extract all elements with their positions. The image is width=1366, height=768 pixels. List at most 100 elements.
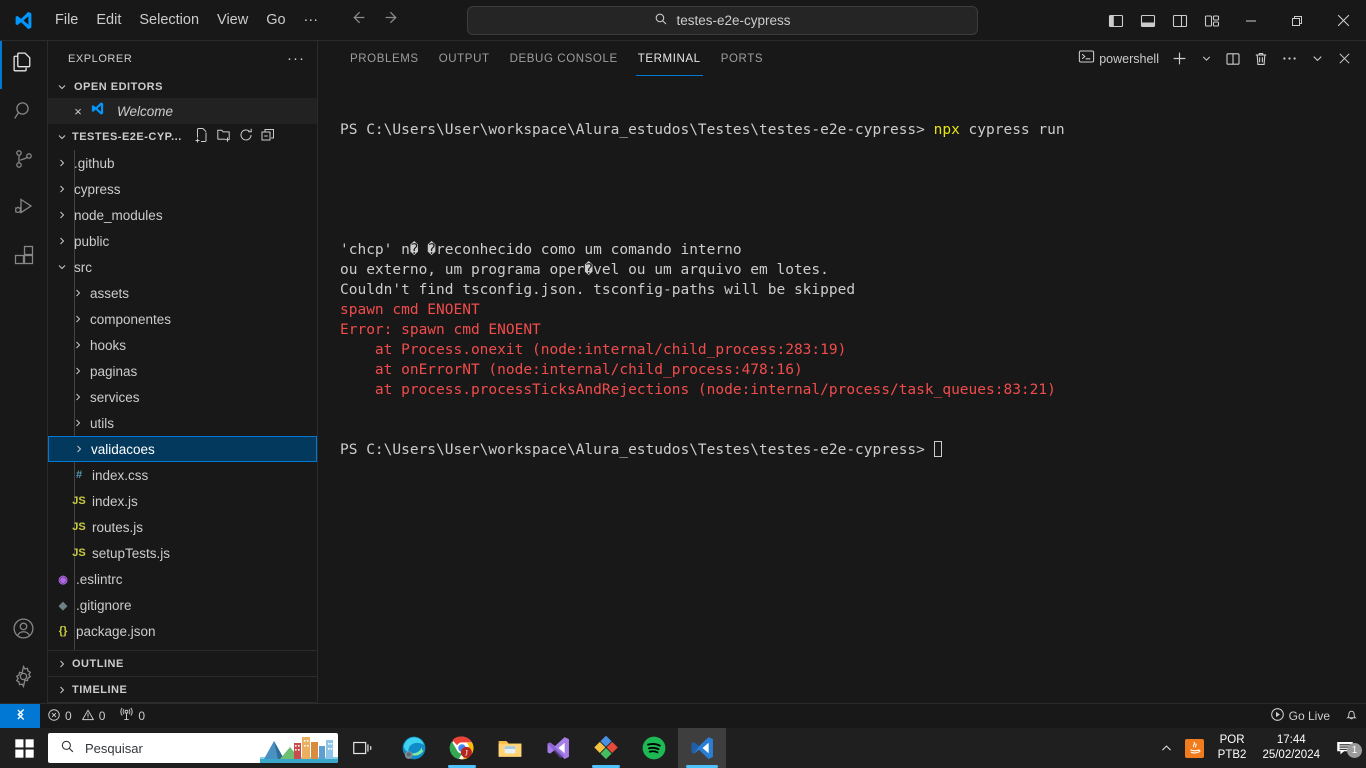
new-folder-icon[interactable] — [216, 127, 232, 148]
tab-ports[interactable]: PORTS — [711, 41, 773, 76]
section-outline[interactable]: OUTLINE — [48, 651, 317, 677]
java-icon[interactable] — [1180, 738, 1210, 758]
show-hidden-icons-icon[interactable] — [1154, 742, 1180, 755]
taskbar-app-google-chrome[interactable]: J — [438, 728, 486, 768]
status-remote-window[interactable] — [0, 703, 40, 729]
minimize-icon[interactable] — [1228, 0, 1274, 41]
customize-layout-icon[interactable] — [1196, 0, 1228, 41]
activity-item-search[interactable] — [0, 89, 48, 137]
status-notifications[interactable] — [1337, 704, 1366, 729]
open-editor-welcome[interactable]: × Welcome — [48, 98, 317, 124]
tree-folder-src[interactable]: src — [48, 254, 317, 280]
restore-icon[interactable] — [1274, 0, 1320, 41]
tree-file-routes-js[interactable]: JS routes.js — [48, 514, 317, 540]
tree-file-gitignore[interactable]: ◆ .gitignore — [48, 592, 317, 618]
menu-more[interactable]: ··· — [295, 8, 328, 32]
tree-folder-github[interactable]: .github — [48, 150, 317, 176]
window-controls — [1100, 0, 1366, 41]
tree-item-label: .eslintrc — [76, 571, 123, 587]
tree-file-index-js[interactable]: JS index.js — [48, 488, 317, 514]
new-terminal-icon[interactable] — [1165, 41, 1194, 76]
search-icon — [654, 12, 668, 29]
toggle-primary-sidebar-icon[interactable] — [1100, 0, 1132, 41]
section-timeline[interactable]: TIMELINE — [48, 677, 317, 703]
terminal-line-text: at process.processTicksAndRejections (no… — [340, 382, 1056, 398]
activity-item-explorer[interactable] — [0, 41, 48, 89]
menu-selection[interactable]: Selection — [130, 8, 208, 32]
close-icon[interactable]: × — [70, 104, 86, 119]
more-actions-icon[interactable] — [1275, 41, 1304, 76]
tree-folder-public[interactable]: public — [48, 228, 317, 254]
terminal-output[interactable]: PS C:\Users\User\workspace\Alura_estudos… — [318, 76, 1366, 703]
task-view-icon[interactable] — [338, 728, 386, 768]
menu-file[interactable]: File — [46, 8, 87, 32]
collapse-all-icon[interactable] — [260, 127, 276, 148]
taskbar-app-paint-3d[interactable] — [582, 728, 630, 768]
chevron-right-icon — [54, 684, 70, 696]
sidebar-more-actions-icon[interactable]: ··· — [287, 51, 305, 66]
section-open-editors[interactable]: OPEN EDITORS — [48, 76, 317, 98]
tree-item-label: componentes — [90, 311, 172, 327]
close-icon[interactable] — [1320, 0, 1366, 41]
taskbar-app-visual-studio-code[interactable] — [678, 728, 726, 768]
keyboard-language-indicator[interactable]: POR PTB2 — [1210, 733, 1255, 763]
clock[interactable]: 17:44 25/02/2024 — [1254, 733, 1328, 763]
activity-item-settings[interactable] — [0, 655, 48, 703]
kill-terminal-icon[interactable] — [1247, 41, 1275, 76]
tab-output[interactable]: OUTPUT — [429, 41, 500, 76]
toggle-secondary-sidebar-icon[interactable] — [1164, 0, 1196, 41]
bottom-panel: PROBLEMS OUTPUT DEBUG CONSOLE TERMINAL P… — [318, 41, 1366, 703]
tree-folder-componentes[interactable]: componentes — [48, 306, 317, 332]
tab-debug-console[interactable]: DEBUG CONSOLE — [500, 41, 628, 76]
tree-folder-services[interactable]: services — [48, 384, 317, 410]
windows-start-icon[interactable] — [0, 728, 48, 768]
chevron-right-icon — [54, 209, 70, 221]
tree-file-setuptests-js[interactable]: JS setupTests.js — [48, 540, 317, 566]
status-problems[interactable]: 0 0 — [40, 704, 112, 729]
activity-item-extensions[interactable] — [0, 233, 48, 281]
arrow-left-icon[interactable] — [349, 9, 366, 31]
outline-label: OUTLINE — [72, 657, 124, 670]
refresh-icon[interactable] — [238, 127, 254, 148]
error-icon — [47, 708, 61, 725]
tree-folder-validacoes[interactable]: validacoes — [48, 436, 317, 462]
tree-folder-utils[interactable]: utils — [48, 410, 317, 436]
arrow-right-icon[interactable] — [384, 9, 401, 31]
tab-terminal[interactable]: TERMINAL — [628, 41, 711, 76]
status-go-live[interactable]: Go Live — [1263, 704, 1337, 729]
section-workspace-folder[interactable]: TESTES-E2E-CYP... — [48, 124, 317, 150]
tree-folder-hooks[interactable]: hooks — [48, 332, 317, 358]
close-panel-icon[interactable] — [1331, 41, 1358, 76]
menu-view[interactable]: View — [208, 8, 257, 32]
menu-edit[interactable]: Edit — [87, 8, 130, 32]
tree-folder-cypress[interactable]: cypress — [48, 176, 317, 202]
hide-panel-icon[interactable] — [1304, 41, 1331, 76]
tab-problems[interactable]: PROBLEMS — [340, 41, 429, 76]
notification-center-button[interactable]: 1 — [1328, 737, 1362, 759]
taskbar-app-file-explorer[interactable] — [486, 728, 534, 768]
status-ports[interactable]: 0 — [112, 704, 152, 729]
activity-item-run-debug[interactable] — [0, 185, 48, 233]
taskbar-app-visual-studio[interactable] — [534, 728, 582, 768]
command-center-search[interactable]: testes-e2e-cypress — [467, 6, 978, 35]
tree-folder-node-modules[interactable]: node_modules — [48, 202, 317, 228]
split-terminal-icon[interactable] — [1219, 41, 1247, 76]
tree-file-eslintrc[interactable]: ◉ .eslintrc — [48, 566, 317, 592]
tree-folder-assets[interactable]: assets — [48, 280, 317, 306]
menu-go[interactable]: Go — [257, 8, 294, 32]
new-file-icon[interactable] — [194, 127, 210, 148]
terminal-line: Error: spawn cmd ENOENT — [340, 320, 1366, 340]
taskbar-app-spotify[interactable] — [630, 728, 678, 768]
tree-folder-paginas[interactable]: paginas — [48, 358, 317, 384]
activity-item-source-control[interactable] — [0, 137, 48, 185]
activity-item-accounts[interactable] — [0, 607, 48, 655]
taskbar-search-input[interactable]: Pesquisar — [48, 733, 338, 763]
tree-file-package-json[interactable]: {} package.json — [48, 618, 317, 644]
toggle-panel-icon[interactable] — [1132, 0, 1164, 41]
taskbar-app-microsoft-edge[interactable] — [390, 728, 438, 768]
terminal-shell-selector[interactable]: powershell — [1072, 41, 1165, 76]
tree-item-label: cypress — [74, 181, 121, 197]
tree-file-index-css[interactable]: # index.css — [48, 462, 317, 488]
chevron-right-icon — [54, 183, 70, 195]
chevron-down-icon[interactable] — [1194, 41, 1219, 76]
